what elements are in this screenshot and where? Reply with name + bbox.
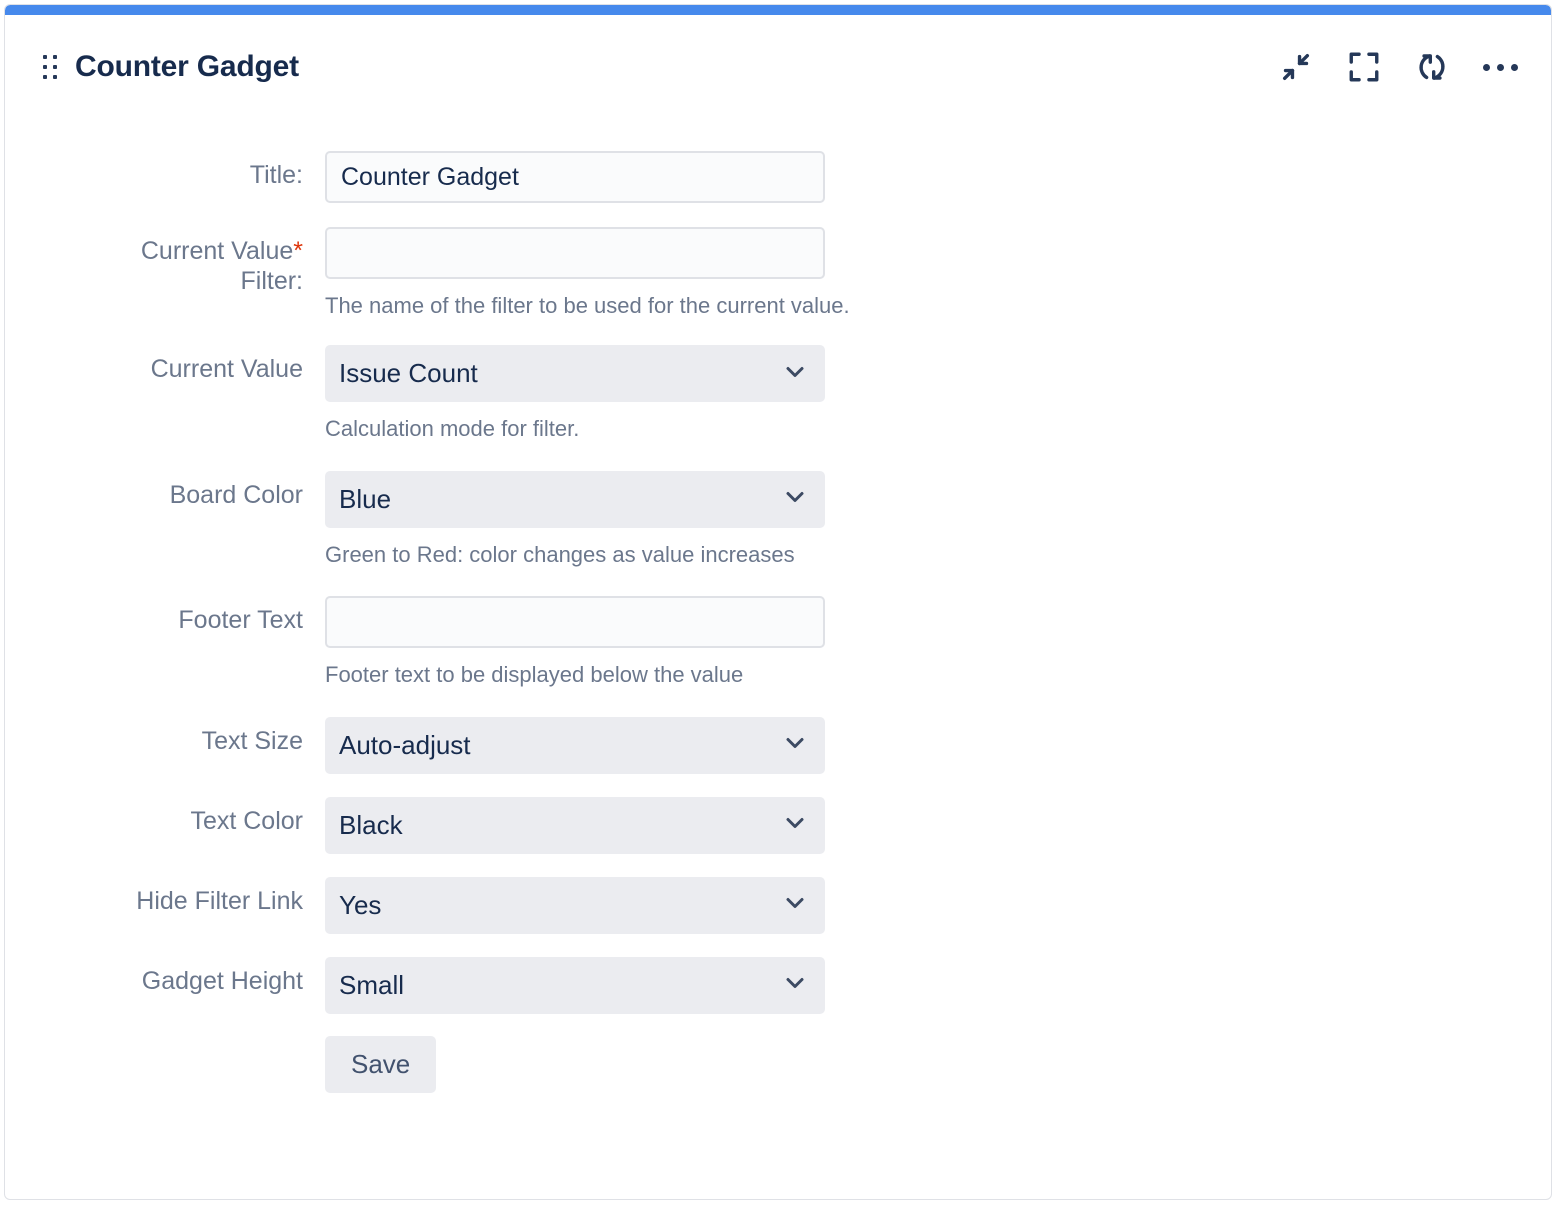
field-row-current-value-filter: Current Value* Filter: The name of the f… xyxy=(5,227,1551,319)
label-text-size: Text Size xyxy=(5,717,325,757)
label-gadget-height: Gadget Height xyxy=(5,957,325,997)
text-size-select[interactable]: Auto-adjust xyxy=(325,717,825,774)
footer-text-input[interactable] xyxy=(325,596,825,648)
field-row-current-value: Current Value Issue Count Calculation mo… xyxy=(5,345,1551,442)
gadget-config-form: Title: Current Value* Filter: The name o… xyxy=(5,151,1551,1199)
header-actions xyxy=(1275,46,1521,88)
more-options-button[interactable] xyxy=(1479,46,1521,88)
label-current-value: Current Value xyxy=(5,345,325,385)
collapse-arrows-icon xyxy=(1279,50,1313,84)
maximize-brackets-icon xyxy=(1347,50,1381,84)
hide-filter-link-select[interactable]: Yes xyxy=(325,877,825,934)
gadget-height-select[interactable]: Small xyxy=(325,957,825,1014)
help-board-color: Green to Red: color changes as value inc… xyxy=(325,542,825,568)
label-board-color: Board Color xyxy=(5,471,325,511)
text-color-select[interactable]: Black xyxy=(325,797,825,854)
title-input[interactable] xyxy=(325,151,825,203)
gadget-card: Counter Gadget xyxy=(4,4,1552,1200)
more-ellipsis-icon xyxy=(1483,64,1518,71)
refresh-circular-arrows-icon xyxy=(1415,50,1449,84)
save-button[interactable]: Save xyxy=(325,1036,436,1093)
field-row-text-color: Text Color Black xyxy=(5,797,1551,854)
label-footer-text: Footer Text xyxy=(5,596,325,636)
field-row-board-color: Board Color Blue Green to Red: color cha… xyxy=(5,471,1551,568)
help-current-value: Calculation mode for filter. xyxy=(325,416,825,442)
field-row-hide-filter-link: Hide Filter Link Yes xyxy=(5,877,1551,934)
label-title: Title: xyxy=(5,151,325,191)
board-color-select[interactable]: Blue xyxy=(325,471,825,528)
gadget-header: Counter Gadget xyxy=(5,15,1551,119)
label-text-color: Text Color xyxy=(5,797,325,837)
current-value-select[interactable]: Issue Count xyxy=(325,345,825,402)
required-asterisk: * xyxy=(293,237,303,265)
label-hide-filter-link: Hide Filter Link xyxy=(5,877,325,917)
field-row-save: Save xyxy=(5,1036,1551,1093)
field-row-title: Title: xyxy=(5,151,1551,203)
drag-handle-dots-icon[interactable] xyxy=(41,52,59,82)
field-row-text-size: Text Size Auto-adjust xyxy=(5,717,1551,774)
help-current-value-filter: The name of the filter to be used for th… xyxy=(325,293,825,319)
accent-bar xyxy=(5,5,1551,15)
help-footer-text: Footer text to be displayed below the va… xyxy=(325,662,825,688)
label-current-value-filter-line2: Filter: xyxy=(241,267,304,295)
current-value-filter-input[interactable] xyxy=(325,227,825,279)
page-title: Counter Gadget xyxy=(75,50,299,84)
refresh-button[interactable] xyxy=(1411,46,1453,88)
collapse-button[interactable] xyxy=(1275,46,1317,88)
field-row-footer-text: Footer Text Footer text to be displayed … xyxy=(5,596,1551,688)
maximize-button[interactable] xyxy=(1343,46,1385,88)
field-row-gadget-height: Gadget Height Small xyxy=(5,957,1551,1014)
label-current-value-filter-line1: Current Value xyxy=(141,237,293,265)
